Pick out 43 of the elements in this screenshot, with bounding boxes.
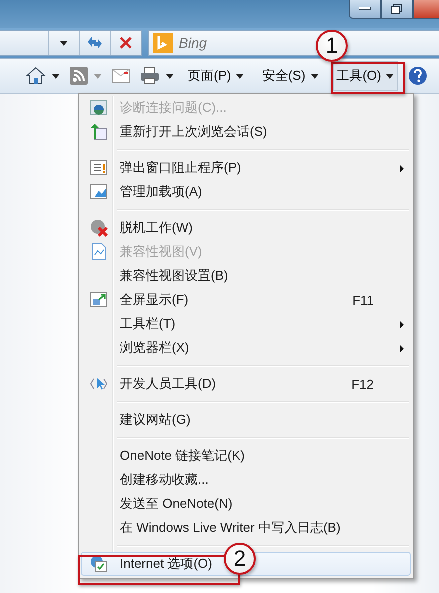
shortcut-label: F12 xyxy=(352,376,374,392)
popup-blocker-icon xyxy=(90,160,108,176)
menu-item[interactable]: 重新打开上次浏览会话(S) xyxy=(81,120,411,144)
menu-item[interactable]: 浏览器栏(X) xyxy=(81,336,411,360)
menu-item[interactable]: 工具栏(T) xyxy=(81,312,411,336)
caret-icon[interactable] xyxy=(166,74,174,78)
search-provider-icon xyxy=(153,33,173,53)
minimize-button[interactable] xyxy=(349,0,381,19)
toolbar-menu-button[interactable]: 工具(O) xyxy=(332,61,398,91)
menu-item[interactable]: OneNote 链接笔记(K) xyxy=(81,444,411,468)
developer-tools-icon xyxy=(90,377,108,391)
restore-icon xyxy=(391,4,403,14)
settings-icon xyxy=(90,555,108,573)
menu-item[interactable]: 在 Windows Live Writer 中写入日志(B) xyxy=(81,516,411,540)
minimize-icon xyxy=(359,7,371,11)
menu-item[interactable]: 创建移动收藏... xyxy=(81,468,411,492)
menu-item[interactable]: 兼容性视图设置(B) xyxy=(81,264,411,288)
refresh-icon xyxy=(86,35,104,51)
menu-item[interactable]: 弹出窗口阻止程序(P) xyxy=(81,156,411,180)
mail-icon[interactable] xyxy=(112,69,130,83)
menu-item[interactable]: 发送至 OneNote(N) xyxy=(81,492,411,516)
tab-arrow-icon xyxy=(90,123,108,141)
globe-cross-icon xyxy=(90,219,108,237)
print-icon[interactable] xyxy=(140,67,160,85)
globe-icon xyxy=(90,100,108,116)
compat-view-icon xyxy=(91,243,107,261)
toolbar-menu-button[interactable]: 页面(P) xyxy=(184,61,248,91)
dropdown-caret-icon xyxy=(60,40,68,46)
menu-item[interactable]: 开发人员工具(D) F12 xyxy=(81,372,411,396)
stop-icon xyxy=(119,36,133,50)
menu-item[interactable]: 全屏显示(F) F11 xyxy=(81,288,411,312)
home-icon[interactable] xyxy=(26,66,46,86)
add-on-icon xyxy=(90,184,108,200)
shortcut-label: F11 xyxy=(352,292,374,308)
help-icon[interactable] xyxy=(408,66,428,86)
menu-item[interactable]: 脱机工作(W) xyxy=(81,216,411,240)
caret-icon[interactable] xyxy=(52,74,60,78)
full-screen-icon xyxy=(90,292,108,308)
menu-item[interactable]: 建议网站(G) xyxy=(81,408,411,432)
feed-icon[interactable] xyxy=(70,67,88,85)
menu-item[interactable]: 管理加载项(A) xyxy=(81,180,411,204)
toolbar-menu-button[interactable]: 安全(S) xyxy=(258,61,323,91)
restore-button[interactable] xyxy=(381,0,413,19)
